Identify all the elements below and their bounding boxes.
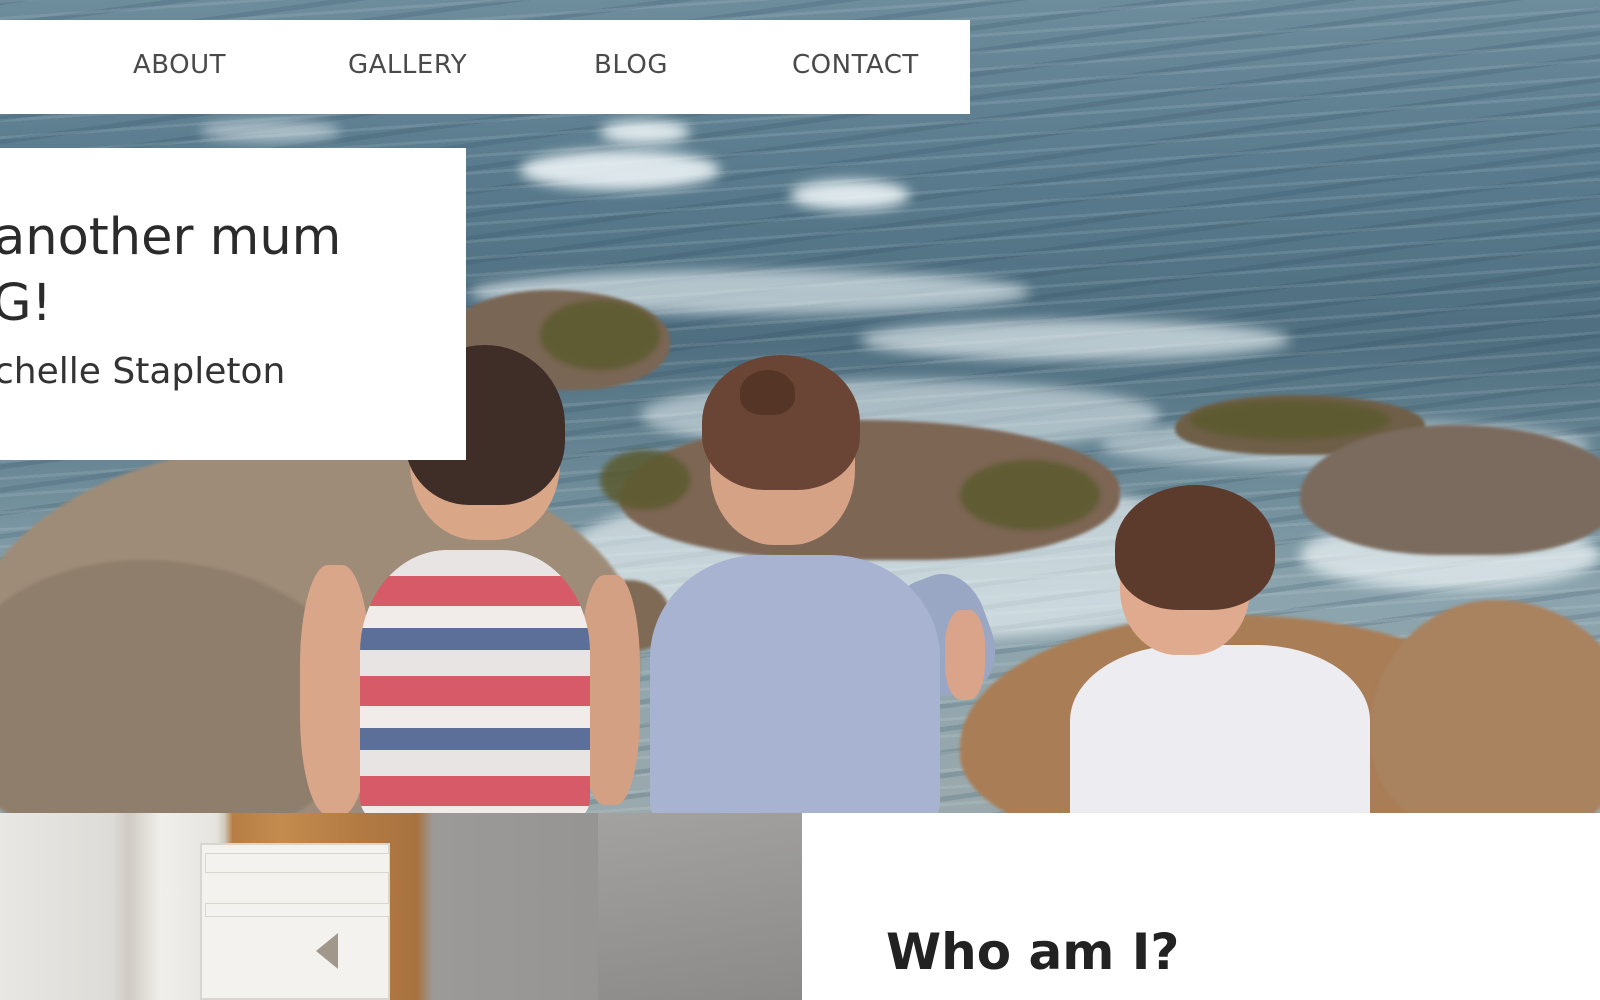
child-right (1070, 485, 1390, 813)
about-section: Who am I? (802, 813, 1600, 1000)
nav-about-link[interactable]: ABOUT (133, 50, 226, 84)
site-subtitle: chelle Stapleton (0, 351, 286, 392)
site-title-line-2: G! (0, 274, 52, 333)
hallway-image (0, 813, 802, 1000)
main-nav: ABOUT GALLERY BLOG CONTACT (0, 20, 970, 114)
nav-blog-link[interactable]: BLOG (594, 50, 668, 84)
nav-contact-link[interactable]: CONTACT (792, 50, 919, 84)
about-heading: Who am I? (886, 923, 1180, 981)
site-title-line-1: another mum (0, 208, 342, 267)
child-middle (640, 355, 1008, 813)
site-title-card: another mum G! chelle Stapleton (0, 148, 466, 460)
nav-gallery-link[interactable]: GALLERY (348, 50, 467, 84)
